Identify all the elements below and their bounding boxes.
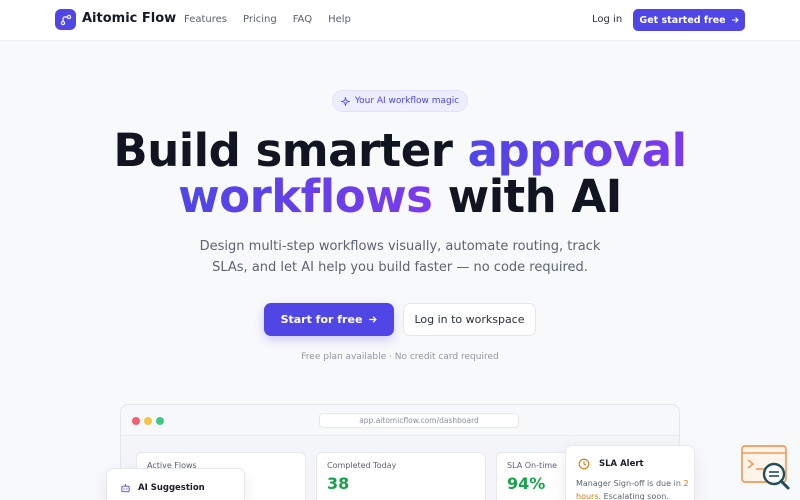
nav-links: Features Pricing FAQ Help (184, 14, 351, 25)
login-link[interactable]: Log in (592, 14, 622, 25)
nav-link-features[interactable]: Features (184, 14, 227, 25)
flow-nodes-icon[interactable] (55, 9, 76, 30)
nav-link-faq[interactable]: FAQ (293, 14, 312, 25)
headline-part-2: with AI (432, 170, 623, 223)
browser-url: app.aitomicflow.com/dashboard (319, 413, 519, 428)
fineprint: Free plan available · No credit card req… (301, 352, 499, 362)
stat-card-completed: Completed Today 38 (316, 452, 486, 500)
arrow-right-icon (369, 316, 378, 323)
sparkle-icon (340, 96, 350, 106)
browser-bar: app.aitomicflow.com/dashboard (121, 405, 679, 436)
support-widget-icon[interactable] (740, 444, 792, 492)
headline-line-1: Build smarter approval (0, 128, 800, 174)
headline-line-2: workflows with AI (0, 174, 800, 220)
start-free-label: Start for free (280, 313, 363, 326)
sla-text-before: Manager Sign-off is due in (576, 479, 684, 488)
stat-label: SLA On-time (507, 461, 558, 470)
ai-suggestion-title: AI Suggestion (138, 483, 205, 493)
brand-name[interactable]: Aitomic Flow (82, 11, 176, 26)
arrow-right-icon (731, 17, 739, 23)
window-close-dot (132, 417, 140, 425)
hero-badge: Your AI workflow magic (332, 90, 468, 112)
ai-suggestion-card[interactable]: AI Suggestion (106, 468, 245, 500)
get-started-label: Get started free (639, 14, 726, 26)
top-nav: Aitomic Flow Features Pricing FAQ Help L… (0, 0, 800, 41)
window-minimize-dot (144, 417, 152, 425)
hero-headline: Build smarter approval workflows with AI (0, 128, 800, 220)
clock-icon (578, 458, 590, 470)
sla-alert-title: SLA Alert (599, 459, 644, 469)
hero-subhead: Design multi-step workflows visually, au… (199, 239, 601, 275)
window-maximize-dot (156, 417, 164, 425)
hero-badge-label: Your AI workflow magic (354, 96, 460, 106)
bot-icon (121, 483, 130, 493)
nav-link-help[interactable]: Help (328, 14, 351, 25)
login-workspace-button[interactable]: Log in to workspace (403, 303, 536, 336)
sla-text-after: . Escalating soon. (598, 492, 669, 500)
login-workspace-label: Log in to workspace (414, 313, 525, 326)
stat-value: 94% (507, 474, 546, 493)
get-started-button[interactable]: Get started free (633, 9, 745, 31)
nav-link-pricing[interactable]: Pricing (243, 14, 277, 25)
stat-label: Completed Today (327, 461, 397, 470)
sla-alert-text: Manager Sign-off is due in 2 hours. Esca… (576, 477, 694, 500)
start-free-button[interactable]: Start for free (264, 303, 394, 336)
sla-alert-card[interactable]: SLA Alert Manager Sign-off is due in 2 h… (565, 445, 695, 500)
headline-accent-2: workflows (178, 170, 433, 223)
stat-value: 38 (327, 474, 350, 493)
